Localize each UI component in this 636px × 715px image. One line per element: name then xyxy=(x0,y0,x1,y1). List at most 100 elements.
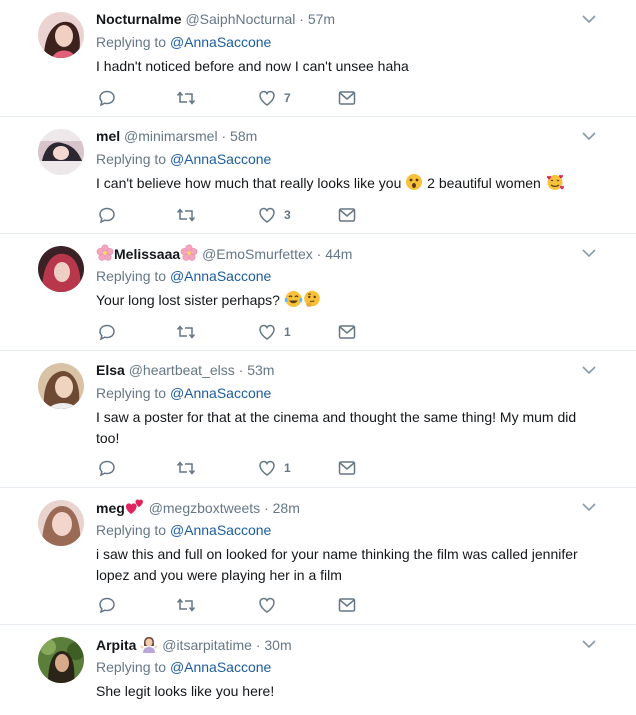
replying-to: Replying to @AnnaSaccone xyxy=(96,150,271,168)
reply-mention-link[interactable]: @AnnaSaccone xyxy=(170,268,271,284)
display-name[interactable]: mel xyxy=(96,128,120,144)
like-button[interactable]: 1 xyxy=(258,458,291,478)
like-count: 1 xyxy=(284,461,291,475)
avatar[interactable] xyxy=(38,500,84,546)
tweet-1[interactable]: Nocturnalme @SaiphNocturnal · 57m Replyi… xyxy=(0,0,636,117)
timestamp[interactable]: 30m xyxy=(264,637,291,653)
reply-mention-link[interactable]: @AnnaSaccone xyxy=(170,659,271,675)
reply-icon xyxy=(99,460,115,477)
avatar[interactable] xyxy=(38,363,84,409)
tweet-header: Arpita @itsarpitatime · 30m xyxy=(96,635,292,654)
reply-button[interactable] xyxy=(98,88,116,108)
reply-prefix: Replying to xyxy=(96,268,167,284)
retweet-button[interactable] xyxy=(176,88,196,108)
tweet-actions: 1 xyxy=(96,322,376,342)
envelope-icon xyxy=(338,325,356,339)
tweet-text: I saw a poster for that at the cinema an… xyxy=(96,409,577,446)
timestamp[interactable]: 58m xyxy=(230,128,257,144)
tweet-6[interactable]: Arpita @itsarpitatime · 30m Replying to … xyxy=(0,625,636,715)
tweet-text: She legit looks like you here! xyxy=(96,683,275,699)
tweet-text-part-1: I can't believe how much that really loo… xyxy=(96,175,402,191)
tweet-4[interactable]: Elsa @heartbeat_elss · 53m Replying to @… xyxy=(0,351,636,488)
heart-icon xyxy=(259,597,275,613)
like-button[interactable] xyxy=(258,595,284,615)
chevron-down-icon[interactable] xyxy=(582,14,596,24)
reply-prefix: Replying to xyxy=(96,34,167,50)
avatar[interactable] xyxy=(38,637,84,683)
separator: · xyxy=(264,500,269,516)
tweet-actions xyxy=(96,595,376,615)
reply-mention-link[interactable]: @AnnaSaccone xyxy=(170,385,271,401)
timestamp[interactable]: 53m xyxy=(247,362,274,378)
like-button[interactable]: 1 xyxy=(258,322,291,342)
direct-message-button[interactable] xyxy=(338,458,356,478)
envelope-icon xyxy=(338,598,356,612)
tweet-header: Nocturnalme @SaiphNocturnal · 57m xyxy=(96,10,335,28)
like-count: 1 xyxy=(284,325,291,339)
tweet-actions: 7 xyxy=(96,88,376,108)
replying-to: Replying to @AnnaSaccone xyxy=(96,33,271,51)
reply-button[interactable] xyxy=(98,322,116,342)
user-handle[interactable]: @itsarpitatime xyxy=(162,637,252,653)
face-with-tears-of-joy-icon xyxy=(284,291,303,307)
direct-message-button[interactable] xyxy=(338,322,356,342)
timestamp[interactable]: 28m xyxy=(273,500,300,516)
retweet-icon xyxy=(176,461,196,475)
tweet-actions: 1 xyxy=(96,458,376,478)
tweet-header: mel @minimarsmel · 58m xyxy=(96,127,257,145)
reply-mention-link[interactable]: @AnnaSaccone xyxy=(170,151,271,167)
astonished-face-icon xyxy=(406,174,423,190)
user-handle[interactable]: @megzboxtweets xyxy=(149,500,260,516)
direct-message-button[interactable] xyxy=(338,88,356,108)
user-handle[interactable]: @minimarsmel xyxy=(124,128,218,144)
reply-button[interactable] xyxy=(98,458,116,478)
retweet-icon xyxy=(176,325,196,339)
like-button[interactable]: 3 xyxy=(258,205,291,225)
tweet-text-part-2: 2 beautiful women xyxy=(427,175,541,191)
chevron-down-icon[interactable] xyxy=(582,248,596,258)
tweet-actions: 3 xyxy=(96,205,376,225)
display-name[interactable]: Elsa xyxy=(96,362,125,378)
user-handle[interactable]: @EmoSmurfettex xyxy=(202,246,313,262)
cherry-blossom-icon xyxy=(96,244,114,261)
timestamp[interactable]: 44m xyxy=(325,246,352,262)
avatar[interactable] xyxy=(38,129,84,175)
smiling-face-with-hearts-icon xyxy=(546,174,564,190)
separator: · xyxy=(255,637,261,653)
avatar[interactable] xyxy=(38,12,84,58)
retweet-button[interactable] xyxy=(176,205,196,225)
display-name[interactable]: Nocturnalme xyxy=(96,11,182,27)
reply-icon xyxy=(99,597,115,614)
reply-mention-link[interactable]: @AnnaSaccone xyxy=(170,522,271,538)
display-name[interactable]: Melissaaa xyxy=(114,246,180,262)
retweet-button[interactable] xyxy=(176,322,196,342)
user-handle[interactable]: @heartbeat_elss xyxy=(129,362,235,378)
heart-icon xyxy=(259,324,275,340)
chevron-down-icon[interactable] xyxy=(582,639,596,649)
timestamp[interactable]: 57m xyxy=(308,11,335,27)
avatar[interactable] xyxy=(38,246,84,292)
reply-button[interactable] xyxy=(98,205,116,225)
replying-to: Replying to @AnnaSaccone xyxy=(96,384,271,402)
chevron-down-icon[interactable] xyxy=(582,502,596,512)
user-handle[interactable]: @SaiphNocturnal xyxy=(185,11,295,27)
retweet-button[interactable] xyxy=(176,595,196,615)
direct-message-button[interactable] xyxy=(338,595,356,615)
like-button[interactable]: 7 xyxy=(258,88,291,108)
chevron-down-icon[interactable] xyxy=(582,365,596,375)
envelope-icon xyxy=(338,208,356,222)
reply-mention-link[interactable]: @AnnaSaccone xyxy=(170,34,271,50)
tweet-5[interactable]: meg @megzboxtweets · 28m Replying to @An… xyxy=(0,488,636,625)
direct-message-button[interactable] xyxy=(338,205,356,225)
tweet-text: i saw this and full on looked for your n… xyxy=(96,546,578,583)
display-name[interactable]: Arpita xyxy=(96,637,136,653)
tweet-2[interactable]: mel @minimarsmel · 58m Replying to @Anna… xyxy=(0,117,636,234)
reply-button[interactable] xyxy=(98,595,116,615)
display-name[interactable]: meg xyxy=(96,500,125,516)
tweet-text: Your long lost sister perhaps? xyxy=(96,290,596,311)
retweet-button[interactable] xyxy=(176,458,196,478)
retweet-icon xyxy=(176,91,196,105)
tweet-3[interactable]: Melissaaa @EmoSmurfettex · 44m Replying … xyxy=(0,234,636,351)
like-count: 7 xyxy=(284,91,291,105)
chevron-down-icon[interactable] xyxy=(582,131,596,141)
